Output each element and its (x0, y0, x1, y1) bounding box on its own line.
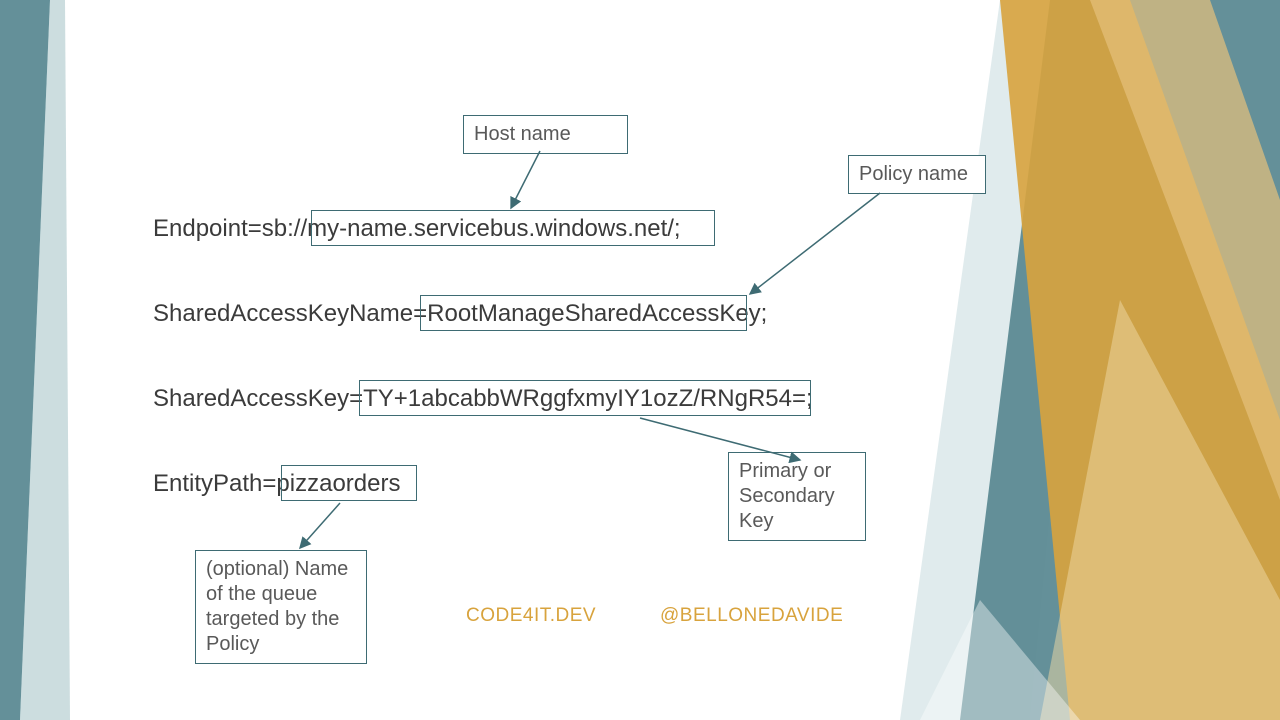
policyname-label: Policy name (848, 155, 986, 194)
key-highlight (359, 380, 811, 416)
entity-highlight (281, 465, 417, 501)
connector-arrows (0, 0, 1280, 720)
footer-site: CODE4IT.DEV (466, 605, 596, 627)
policyname-highlight (420, 295, 747, 331)
key-label: Primary or Secondary Key (728, 452, 866, 541)
background-shapes (0, 0, 1280, 720)
hostname-highlight (311, 210, 715, 246)
footer-handle: @BELLONEDAVIDE (660, 605, 843, 627)
entity-label: (optional) Name of the queue targeted by… (195, 550, 367, 664)
hostname-label: Host name (463, 115, 628, 154)
